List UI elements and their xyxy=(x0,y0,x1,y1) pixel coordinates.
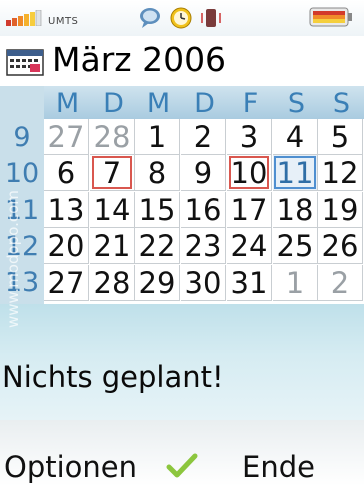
day-cell[interactable]: 16 xyxy=(181,192,226,228)
weekday-label: D xyxy=(103,88,124,119)
day-cell[interactable]: 21 xyxy=(90,228,135,264)
day-cell[interactable]: 15 xyxy=(135,192,180,228)
weekday-label: F xyxy=(242,88,259,119)
day-cell[interactable]: 1 xyxy=(135,119,180,155)
day-cell[interactable]: 30 xyxy=(181,265,226,301)
watermark-text: www.modopo.com xyxy=(4,190,22,328)
alarm-clock-icon xyxy=(170,7,192,29)
watermark: www.modopo.com xyxy=(4,190,22,328)
day-cell[interactable]: 3 xyxy=(227,119,272,155)
day-cell[interactable]: 1 xyxy=(273,265,318,301)
day-cell[interactable]: 20 xyxy=(44,228,89,264)
checkmark-icon[interactable] xyxy=(166,452,198,480)
weekday-header: M D M D F S S xyxy=(0,86,364,119)
day-cell[interactable]: 27 xyxy=(44,265,89,301)
day-cell[interactable]: 25 xyxy=(273,228,318,264)
day-cell[interactable]: 5 xyxy=(318,119,363,155)
month-title: März 2006 xyxy=(52,40,227,79)
weekday-label: D xyxy=(194,88,215,119)
day-cell[interactable]: 2 xyxy=(318,265,363,301)
day-cell-with-entry[interactable]: 10 xyxy=(227,155,272,191)
day-cell[interactable]: 6 xyxy=(44,155,89,191)
calendar-icon xyxy=(6,49,44,76)
day-cell[interactable]: 18 xyxy=(273,192,318,228)
agenda-empty-message: Nichts geplant! xyxy=(2,360,224,394)
day-cell[interactable]: 9 xyxy=(181,155,226,191)
day-cell[interactable]: 23 xyxy=(181,228,226,264)
chat-icon xyxy=(140,8,160,28)
day-cell[interactable]: 14 xyxy=(90,192,135,228)
battery-icon xyxy=(309,7,352,27)
day-cell[interactable]: 31 xyxy=(227,265,272,301)
day-cell[interactable]: 8 xyxy=(135,155,180,191)
month-grid: 27 28 1 2 3 4 5 6 7 8 9 10 11 12 13 14 1… xyxy=(44,119,364,304)
status-bar: UMTS xyxy=(0,0,364,36)
network-type: UMTS xyxy=(48,16,79,27)
day-cell[interactable]: 19 xyxy=(318,192,363,228)
weekday-label: S xyxy=(332,88,351,119)
day-cell-with-entry[interactable]: 7 xyxy=(90,155,135,191)
day-cell[interactable]: 12 xyxy=(318,155,363,191)
day-cell[interactable]: 2 xyxy=(181,119,226,155)
weekday-label: M xyxy=(146,88,171,119)
weekday-label: S xyxy=(287,88,306,119)
day-cell[interactable]: 24 xyxy=(227,228,272,264)
week-number: 9 xyxy=(13,122,31,153)
day-cell[interactable]: 29 xyxy=(135,265,180,301)
weekday-label: M xyxy=(55,88,80,119)
day-cell[interactable]: 4 xyxy=(273,119,318,155)
day-cell[interactable]: 26 xyxy=(318,228,363,264)
vibrate-icon xyxy=(201,9,221,27)
day-cell-today-selected[interactable]: 11 xyxy=(273,155,318,191)
options-softkey[interactable]: Optionen xyxy=(4,450,137,484)
day-cell[interactable]: 17 xyxy=(227,192,272,228)
end-softkey[interactable]: Ende xyxy=(242,450,315,484)
status-icons xyxy=(140,7,221,29)
day-cell[interactable]: 13 xyxy=(44,192,89,228)
day-cell[interactable]: 27 xyxy=(44,119,89,155)
day-cell[interactable]: 28 xyxy=(90,265,135,301)
signal-icon xyxy=(6,10,42,26)
day-cell[interactable]: 28 xyxy=(90,119,135,155)
day-cell[interactable]: 22 xyxy=(135,228,180,264)
